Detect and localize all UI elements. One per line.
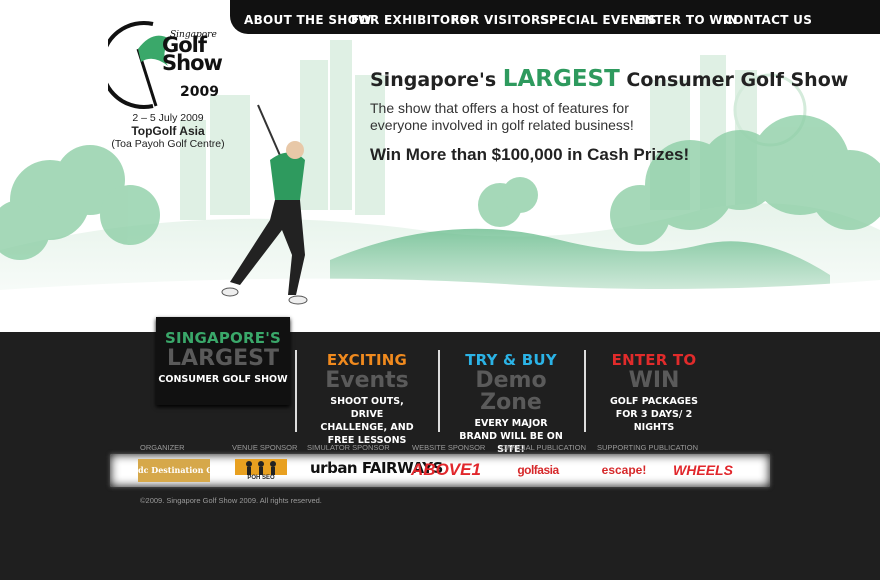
label-organizer: ORGANIZER [140, 443, 185, 452]
sponsor-logo-bar: dc Destination Concierge POH SEO urban F… [110, 454, 770, 487]
panel-events[interactable]: EXCITING Events SHOOT OUTS, DRIVE CHALLE… [302, 351, 432, 451]
event-venue-note: (Toa Payoh Golf Centre) [111, 138, 225, 150]
logo-line2: Show [162, 51, 223, 75]
hero-banner: Singapore Golf Show 2009 2 – 5 July 2009… [0, 0, 880, 332]
sponsor-labels: ORGANIZER VENUE SPONSOR SIMULATOR SPONSO… [140, 443, 780, 453]
panel-largest[interactable]: SINGAPORE'S LARGEST CONSUMER GOLF SHOW [156, 317, 290, 405]
label-venue-sponsor: VENUE SPONSOR [232, 443, 298, 452]
nav-visitors[interactable]: FOR VISITORS [451, 13, 550, 27]
panel-title: EXCITING [326, 351, 408, 369]
panel-divider [584, 350, 586, 432]
panel-win[interactable]: ENTER TO WIN GOLF PACKAGES FOR 3 DAYS/ 2… [590, 351, 718, 451]
panel-desc: GOLF PACKAGES FOR 3 DAYS/ 2 NIGHTS [610, 396, 698, 433]
panel-desc: SHOOT OUTS, DRIVE CHALLENGE, AND FREE LE… [320, 396, 414, 446]
headline-pre: Singapore's [370, 69, 503, 91]
nav-enter-to-win[interactable]: ENTER TO WIN [636, 13, 738, 27]
panel-divider [438, 350, 440, 432]
label-official-publication: OFFICIAL PUBLICATION [501, 443, 587, 452]
logo-year: 2009 [180, 84, 219, 100]
copyright-text: ©2009. Singapore Golf Show 2009. All rig… [140, 496, 322, 505]
sponsor-wheels-logo[interactable]: WHEELS [670, 459, 736, 482]
sponsor-pohseo-logo[interactable]: POH SEO [235, 459, 287, 482]
panel-title: SINGAPORE'S [165, 329, 281, 347]
sponsor-dc-logo[interactable]: dc Destination Concierge [138, 459, 252, 482]
hero-prize: Win More than $100,000 in Cash Prizes! [370, 145, 690, 164]
panel-title: ENTER TO [611, 351, 697, 369]
sponsor-golfasia-logo[interactable]: golfasia [508, 459, 568, 482]
logo-title: Golf Show [162, 35, 223, 75]
sponsor-escape-logo[interactable]: escape! [596, 459, 652, 482]
event-info: 2 – 5 July 2009 TopGolf Asia (Toa Payoh … [108, 112, 228, 151]
sponsor-pohseo-text: POH SEO [247, 475, 275, 481]
headline-post: Consumer Golf Show [619, 69, 849, 91]
panel-big: WIN [628, 368, 680, 393]
panel-big: Demo Zone [475, 368, 547, 415]
nav-contact[interactable]: CONTACT US [724, 13, 812, 27]
panel-big: LARGEST [167, 346, 279, 371]
top-navigation: ABOUT THE SHOW FOR EXHIBITORS FOR VISITO… [230, 0, 880, 34]
label-supporting-publication: SUPPORTING PUBLICATION [597, 443, 698, 452]
show-logo[interactable]: Singapore Golf Show 2009 [108, 14, 228, 110]
label-simulator-sponsor: SIMULATOR SPONSOR [307, 443, 390, 452]
hero-tagline: The show that offers a host of features … [370, 100, 634, 133]
panel-title: TRY & BUY [465, 351, 557, 369]
panel-big: Events [325, 368, 409, 393]
panel-demo-zone[interactable]: TRY & BUY Demo Zone EVERY MAJOR BRAND WI… [444, 351, 578, 455]
hero-headline: Singapore's LARGEST Consumer Golf Show [370, 66, 848, 92]
panel-divider [295, 350, 297, 432]
headline-emphasis: LARGEST [502, 66, 620, 92]
sponsor-above1-logo[interactable]: ABOVE1 [406, 459, 486, 482]
panel-desc: CONSUMER GOLF SHOW [158, 374, 288, 385]
label-website-sponsor: WEBSITE SPONSOR [412, 443, 486, 452]
sponsor-urban-fairways-logo[interactable]: urban FAIRWAYS [310, 459, 443, 482]
event-venue: TopGolf Asia [131, 124, 205, 138]
